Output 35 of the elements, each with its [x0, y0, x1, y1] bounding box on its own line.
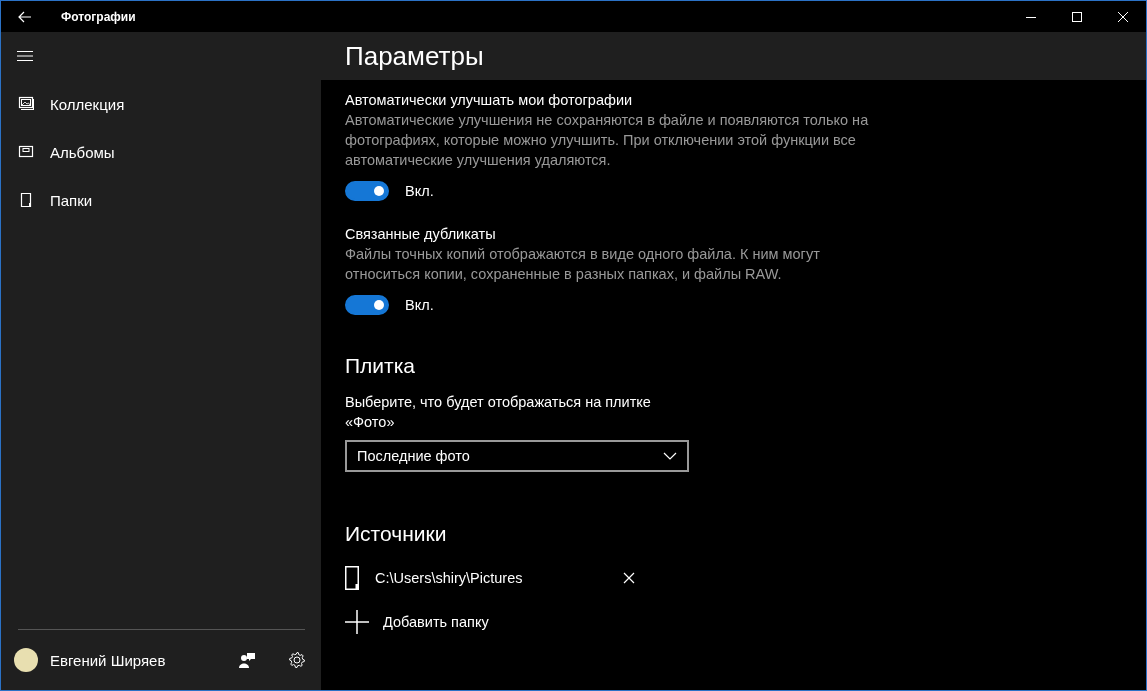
album-icon [18, 144, 34, 160]
pictures-icon [18, 96, 34, 112]
tile-prompt: Выберите, что будет отображаться на плитке «Фото» [345, 393, 652, 432]
sidebar-item[interactable]: Папки [1, 176, 321, 224]
section-heading: Источники [345, 522, 448, 546]
setting-description: Файлы точных копий отображаются в виде одного файла. К ним могут относиться копии, сохраненные в разных папках, и файлы RAW. [345, 245, 821, 284]
chevron-down-icon [663, 452, 677, 460]
setting-label: Автоматически улучшать мои фотографии [345, 91, 634, 110]
sidebar-item[interactable]: Альбомы [1, 128, 321, 176]
settings-icon [288, 651, 306, 669]
section-heading: Плитка [345, 354, 417, 378]
avatar [14, 648, 38, 672]
sidebar-item[interactable]: Коллекция [1, 80, 321, 128]
folder-icon [345, 566, 359, 590]
add-folder-button[interactable]: Добавить папку [345, 604, 1122, 640]
person-chat-icon [239, 652, 255, 668]
folder-path: C:\Users\shiry\Pictures [375, 570, 524, 586]
toggle-switch[interactable] [345, 181, 389, 201]
account-name[interactable]: Евгений Ширяев [50, 651, 166, 669]
tile-dropdown[interactable]: Последние фото [345, 440, 689, 472]
maximize-icon [1072, 11, 1082, 22]
back-arrow-icon [18, 10, 32, 23]
folder-icon [18, 192, 34, 208]
menu-icon [17, 50, 33, 62]
close-icon [623, 572, 635, 584]
close-icon [1118, 11, 1128, 22]
page-title: Параметры [345, 40, 484, 72]
remove-button[interactable] [623, 572, 635, 584]
plus-icon [345, 610, 369, 634]
toggle-state: Вкл. [405, 183, 434, 199]
setting-label: Связанные дубликаты [345, 225, 497, 244]
toggle-state: Вкл. [405, 297, 434, 313]
toggle-switch[interactable] [345, 295, 389, 315]
window-title: Фотографии [61, 9, 136, 24]
setting-description: Автоматические улучшения не сохраняются в файле и появляются только на фотографиях, которые можно улучшить. При отключении этой функции все автоматические улучшения удаляются. [345, 111, 870, 170]
